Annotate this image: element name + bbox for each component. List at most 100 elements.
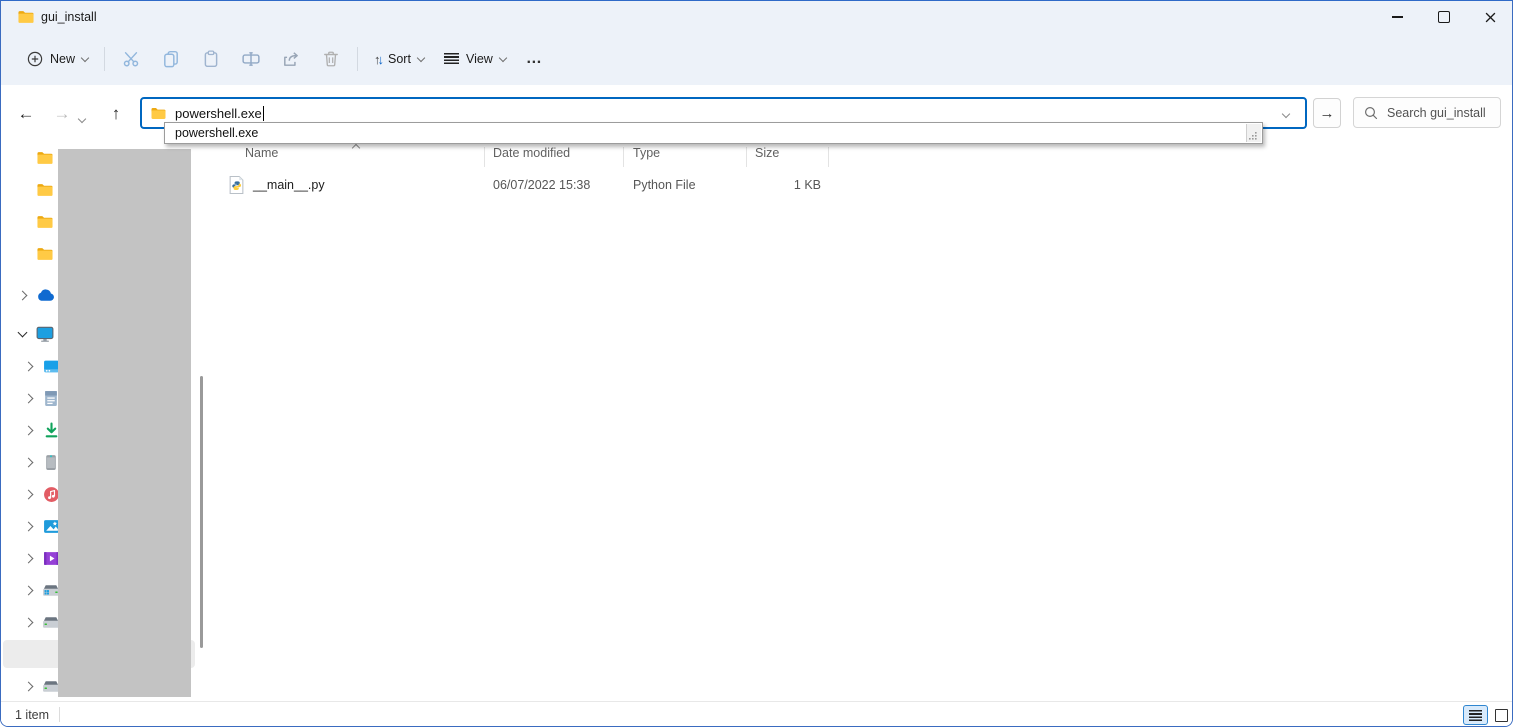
file-date-modified: 06/07/2022 15:38 <box>493 178 590 192</box>
up-arrow-icon: ↑ <box>112 104 121 124</box>
chevron-down-icon <box>499 53 507 61</box>
redacted-labels-block <box>58 149 191 697</box>
search-input-placeholder[interactable]: Search gui_install <box>1387 106 1486 120</box>
back-arrow-icon: ← <box>18 104 35 124</box>
cut-button[interactable] <box>111 41 151 77</box>
view-button-label: View <box>466 52 493 66</box>
folder-icon <box>35 244 55 264</box>
rename-button[interactable] <box>231 41 271 77</box>
collapse-chevron-icon[interactable] <box>15 332 29 336</box>
forward-arrow-icon: → <box>54 104 71 124</box>
chevron-down-icon <box>417 53 425 61</box>
share-icon <box>282 50 300 68</box>
copy-button[interactable] <box>151 41 191 77</box>
sort-button[interactable]: ↑↓ Sort <box>364 42 434 76</box>
maximize-icon <box>1438 11 1450 23</box>
close-icon <box>1485 12 1496 23</box>
toolbar-divider <box>357 47 358 71</box>
delete-icon <box>322 50 340 68</box>
expand-chevron-icon[interactable] <box>21 427 35 434</box>
sidebar-scrollbar[interactable] <box>200 376 203 648</box>
maximize-button[interactable] <box>1421 1 1467 33</box>
chevron-down-icon <box>81 53 89 61</box>
sort-button-label: Sort <box>388 52 411 66</box>
folder-icon <box>35 148 55 168</box>
details-view-button[interactable] <box>1463 705 1488 725</box>
address-input[interactable]: powershell.exe <box>175 106 262 121</box>
status-divider <box>59 707 60 722</box>
close-button[interactable] <box>1467 1 1513 33</box>
expand-chevron-icon[interactable] <box>21 363 35 370</box>
copy-icon <box>162 50 180 68</box>
file-row[interactable]: __main__.py 06/07/2022 15:38 Python File… <box>209 173 849 198</box>
status-bar: 1 item <box>1 701 1512 727</box>
search-icon <box>1364 106 1378 120</box>
expand-chevron-icon[interactable] <box>21 619 35 626</box>
text-caret <box>263 106 264 121</box>
minimize-button[interactable] <box>1374 1 1420 33</box>
command-toolbar: New ↑↓ Sort View <box>1 33 1512 85</box>
address-suggestion-dropdown: powershell.exe <box>164 122 1263 144</box>
plus-circle-icon <box>27 51 43 67</box>
new-button[interactable]: New <box>17 42 98 76</box>
this-pc-icon <box>35 324 55 344</box>
search-box[interactable]: Search gui_install <box>1353 97 1501 128</box>
expand-chevron-icon[interactable] <box>21 523 35 530</box>
toolbar-divider <box>104 47 105 71</box>
column-divider[interactable] <box>484 147 485 167</box>
column-header-name[interactable]: Name <box>245 146 278 160</box>
delete-button[interactable] <box>311 41 351 77</box>
column-header-size[interactable]: Size <box>755 146 779 160</box>
column-divider[interactable] <box>623 147 624 167</box>
folder-icon <box>17 10 35 24</box>
sort-arrows-icon: ↑↓ <box>374 52 381 67</box>
grip-dots-icon <box>1247 124 1259 140</box>
folder-icon <box>35 180 55 200</box>
folder-icon <box>150 107 167 120</box>
recent-locations-button[interactable] <box>79 109 85 127</box>
expand-chevron-icon[interactable] <box>21 395 35 402</box>
expand-chevron-icon[interactable] <box>21 491 35 498</box>
column-divider[interactable] <box>828 147 829 167</box>
view-button[interactable]: View <box>434 42 516 76</box>
onedrive-cloud-icon <box>35 285 55 305</box>
file-explorer-window: gui_install New <box>0 0 1513 727</box>
large-icons-view-icon <box>1495 709 1508 722</box>
share-button[interactable] <box>271 41 311 77</box>
paste-icon <box>202 50 220 68</box>
paste-button[interactable] <box>191 41 231 77</box>
rename-icon <box>242 50 260 68</box>
file-list-panel: Name Date modified Type Size __main__.py… <box>209 141 1513 701</box>
details-view-icon <box>1469 710 1482 721</box>
chevron-down-icon <box>1282 110 1290 118</box>
folder-icon <box>35 212 55 232</box>
python-file-icon <box>229 176 244 194</box>
column-header-date-modified[interactable]: Date modified <box>493 146 570 160</box>
ellipsis-icon: … <box>526 50 542 68</box>
item-count: 1 item <box>15 708 49 722</box>
file-name[interactable]: __main__.py <box>253 178 325 192</box>
expand-chevron-icon[interactable] <box>21 459 35 466</box>
address-dropdown-button[interactable] <box>1283 104 1289 122</box>
new-button-label: New <box>50 52 75 66</box>
window-title: gui_install <box>41 10 97 24</box>
suggestion-item[interactable]: powershell.exe <box>165 126 1262 140</box>
large-icons-view-button[interactable] <box>1492 706 1510 724</box>
cut-icon <box>122 50 140 68</box>
forward-button[interactable]: → <box>47 99 77 129</box>
back-button[interactable]: ← <box>11 99 41 129</box>
file-size: 1 KB <box>746 178 821 192</box>
title-bar: gui_install <box>1 1 1512 33</box>
minimize-icon <box>1392 16 1403 17</box>
expand-chevron-icon[interactable] <box>21 555 35 562</box>
expand-chevron-icon[interactable] <box>15 292 29 299</box>
see-more-button[interactable]: … <box>516 42 552 76</box>
go-button[interactable]: → <box>1313 98 1341 128</box>
file-type: Python File <box>633 178 696 192</box>
resize-grip[interactable] <box>1246 124 1261 142</box>
column-header-type[interactable]: Type <box>633 146 660 160</box>
expand-chevron-icon[interactable] <box>21 587 35 594</box>
column-divider[interactable] <box>746 147 747 167</box>
expand-chevron-icon[interactable] <box>21 683 35 690</box>
up-button[interactable]: ↑ <box>101 99 131 129</box>
